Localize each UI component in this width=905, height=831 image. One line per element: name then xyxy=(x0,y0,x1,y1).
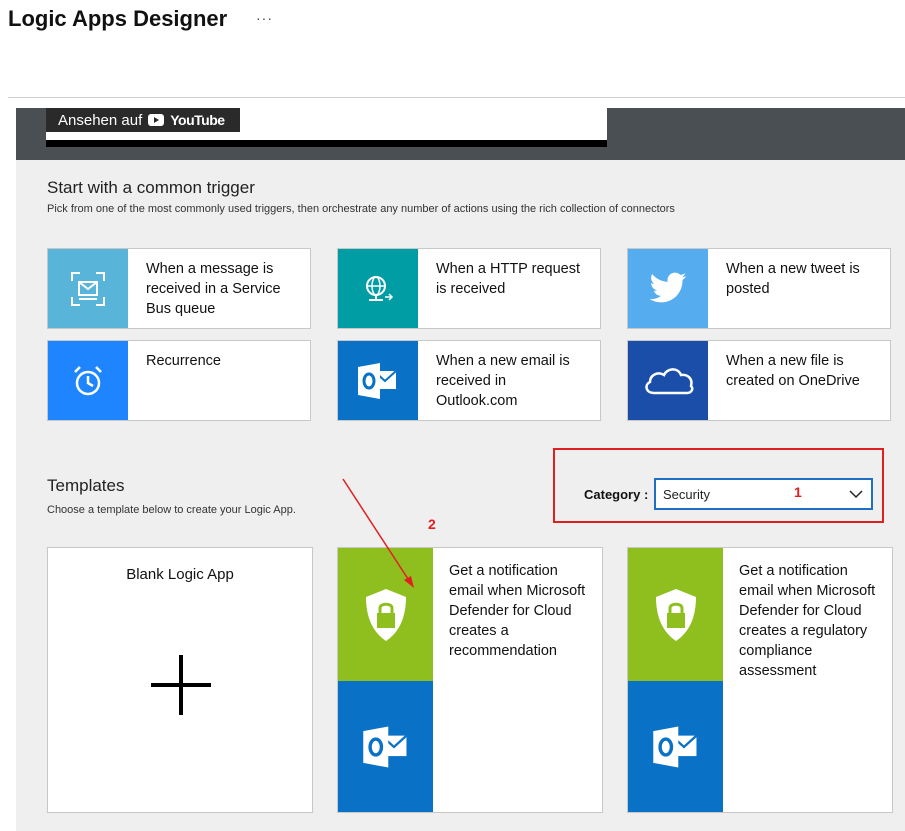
triggers-subtitle: Pick from one of the most commonly used … xyxy=(47,203,675,215)
template-label: Get a notification email when Microsoft … xyxy=(739,563,876,679)
template-label: Blank Logic App xyxy=(126,566,234,583)
more-options-button[interactable]: ··· xyxy=(256,10,273,26)
chevron-down-icon xyxy=(849,490,863,499)
outlook-icon xyxy=(628,681,723,812)
trigger-label: When a HTTP request is received xyxy=(436,261,580,297)
twitter-icon xyxy=(628,249,708,328)
watch-on-label: Ansehen auf xyxy=(58,111,143,129)
trigger-twitter[interactable]: When a new tweet is posted xyxy=(627,248,891,329)
template-defender-recommendation[interactable]: Get a notification email when Microsoft … xyxy=(337,547,603,813)
templates-title: Templates xyxy=(47,476,125,495)
trigger-label: When a new tweet is posted xyxy=(726,261,860,297)
triggers-title: Start with a common trigger xyxy=(47,178,255,197)
outlook-icon xyxy=(338,681,433,812)
trigger-label: When a new email is received in Outlook.… xyxy=(436,353,570,409)
category-label: Category : xyxy=(584,487,649,502)
youtube-brand-label: YouTube xyxy=(170,112,225,128)
alarm-clock-icon xyxy=(48,341,128,420)
templates-subtitle: Choose a template below to create your L… xyxy=(47,504,296,516)
onedrive-icon xyxy=(628,341,708,420)
template-defender-compliance[interactable]: Get a notification email when Microsoft … xyxy=(627,547,893,813)
youtube-watch-bar[interactable]: Ansehen auf YouTube xyxy=(46,108,240,132)
template-blank-logic-app[interactable]: Blank Logic App xyxy=(47,547,313,813)
security-shield-icon xyxy=(628,548,723,681)
trigger-label: Recurrence xyxy=(146,353,221,369)
youtube-play-icon xyxy=(148,114,165,126)
video-player[interactable]: Ansehen auf YouTube xyxy=(46,108,607,147)
plus-icon xyxy=(151,655,211,715)
category-dropdown[interactable]: Security xyxy=(654,478,873,510)
video-panel: Ansehen auf YouTube xyxy=(16,108,905,160)
trigger-recurrence[interactable]: Recurrence xyxy=(47,340,311,421)
trigger-onedrive[interactable]: When a new file is created on OneDrive xyxy=(627,340,891,421)
trigger-label: When a new file is created on OneDrive xyxy=(726,353,860,389)
outlook-icon xyxy=(338,341,418,420)
page-title: Logic Apps Designer xyxy=(8,6,228,31)
security-shield-icon xyxy=(338,548,433,681)
service-bus-icon xyxy=(48,249,128,328)
http-request-icon xyxy=(338,249,418,328)
designer-canvas: Ansehen auf YouTube Start with a common … xyxy=(16,108,905,831)
header-divider xyxy=(8,97,905,98)
trigger-service-bus[interactable]: When a message is received in a Service … xyxy=(47,248,311,329)
category-selected-value: Security xyxy=(663,486,710,502)
trigger-outlook[interactable]: When a new email is received in Outlook.… xyxy=(337,340,601,421)
trigger-http-request[interactable]: When a HTTP request is received xyxy=(337,248,601,329)
trigger-label: When a message is received in a Service … xyxy=(146,261,281,317)
annotation-marker-2: 2 xyxy=(428,516,436,532)
annotation-marker-1: 1 xyxy=(794,484,802,500)
template-label: Get a notification email when Microsoft … xyxy=(449,563,586,659)
